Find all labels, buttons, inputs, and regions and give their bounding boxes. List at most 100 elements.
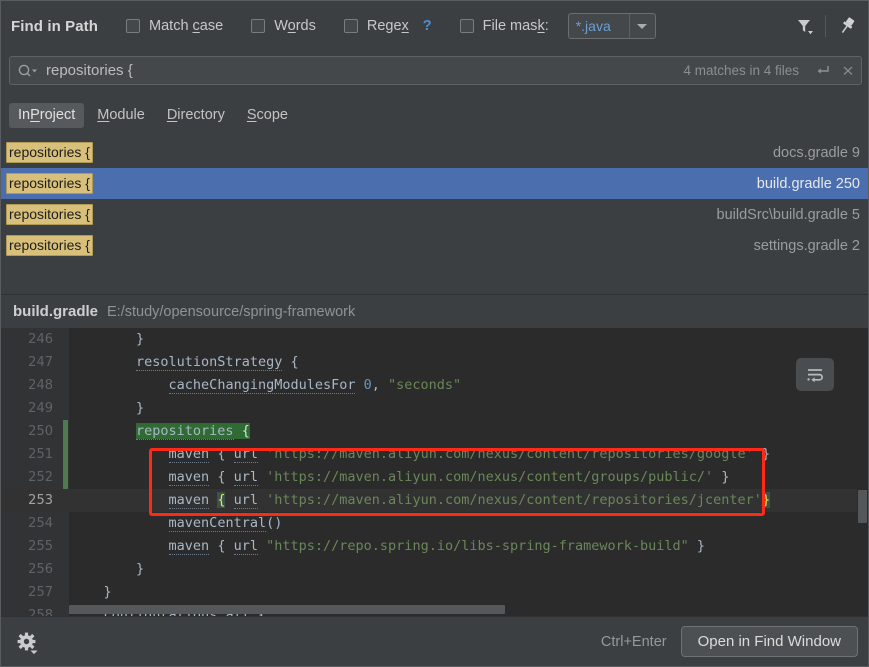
vertical-scrollbar[interactable] xyxy=(857,328,868,603)
code-line: 256 } xyxy=(1,558,868,581)
line-number: 253 xyxy=(28,493,53,508)
scope-tabs: In Project Module Directory Scope xyxy=(9,101,301,129)
result-file-label: docs.gradle 9 xyxy=(772,144,860,161)
line-text: maven { url 'https://maven.aliyun.com/ne… xyxy=(168,492,771,509)
soft-wrap-button[interactable] xyxy=(796,358,834,391)
line-number: 257 xyxy=(28,585,53,600)
result-match-text: repositories { xyxy=(6,204,93,225)
words-option[interactable]: Words xyxy=(251,18,316,34)
filter-icon xyxy=(798,20,813,35)
dialog-footer: Ctrl+Enter Open in Find Window xyxy=(1,616,868,666)
close-icon xyxy=(843,66,853,76)
search-results-list[interactable]: repositories { docs.gradle 9 repositorie… xyxy=(1,137,868,261)
match-case-label: Match case xyxy=(149,18,224,34)
line-text: maven { url "https://repo.spring.io/libs… xyxy=(168,538,706,555)
regex-help-icon[interactable]: ? xyxy=(423,18,432,34)
code-line: 251 maven { url 'https://maven.aliyun.co… xyxy=(1,443,868,466)
search-icon xyxy=(18,64,37,77)
settings-button[interactable] xyxy=(13,627,43,657)
code-line-current: 253 maven { url 'https://maven.aliyun.co… xyxy=(1,489,868,512)
search-field[interactable]: repositories { 4 matches in 4 files xyxy=(9,56,862,85)
code-line: 252 maven { url 'https://maven.aliyun.co… xyxy=(1,466,868,489)
words-checkbox[interactable] xyxy=(251,19,266,33)
shortcut-hint: Ctrl+Enter xyxy=(600,633,667,650)
line-text: } xyxy=(136,331,145,347)
preview-file-path: E:/study/opensource/spring-framework xyxy=(107,303,356,320)
line-text: mavenCentral() xyxy=(168,515,283,532)
line-number: 250 xyxy=(28,424,53,439)
result-match-text: repositories { xyxy=(6,235,93,256)
file-mask-value[interactable]: *.java xyxy=(569,14,629,38)
result-file-label: settings.gradle 2 xyxy=(753,237,860,254)
line-number: 252 xyxy=(28,470,53,485)
toolbar-actions xyxy=(787,9,864,43)
pin-icon xyxy=(841,17,855,34)
match-case-option[interactable]: Match case xyxy=(126,18,223,34)
code-line: 249 } xyxy=(1,397,868,420)
scope-tab-in-project[interactable]: In Project xyxy=(9,102,85,128)
file-mask-checkbox[interactable] xyxy=(459,19,474,33)
file-mask-dropdown-button[interactable] xyxy=(628,14,655,38)
toolbar-divider xyxy=(825,15,826,37)
vertical-scrollbar-thumb[interactable] xyxy=(858,490,867,523)
line-text: } xyxy=(103,584,112,600)
file-mask-label: File mask: xyxy=(482,18,549,34)
line-number: 251 xyxy=(28,447,53,462)
line-number: 247 xyxy=(28,355,53,370)
soft-wrap-icon xyxy=(807,368,823,382)
code-lines: 246 } 247 resolutionStrategy { 248 cache… xyxy=(1,328,868,618)
line-number: 256 xyxy=(28,562,53,577)
code-line: 255 maven { url "https://repo.spring.io/… xyxy=(1,535,868,558)
result-file-label: buildSrc\build.gradle 5 xyxy=(716,206,860,223)
code-line: 254 mavenCentral() xyxy=(1,512,868,535)
line-number: 254 xyxy=(28,516,53,531)
line-text: maven { url 'https://maven.aliyun.com/ne… xyxy=(168,446,771,463)
table-row[interactable]: repositories { docs.gradle 9 xyxy=(1,137,868,168)
line-number: 255 xyxy=(28,539,53,554)
options-toolbar: Find in Path Match case Words Regex ? Fi… xyxy=(1,1,868,51)
code-line: 257 } xyxy=(1,581,868,604)
line-number: 249 xyxy=(28,401,53,416)
scope-tab-scope[interactable]: Scope xyxy=(238,103,297,128)
horizontal-scrollbar-thumb[interactable] xyxy=(69,605,505,614)
code-line: 248 cacheChangingModulesFor 0, "seconds" xyxy=(1,374,868,397)
line-text: } xyxy=(136,561,145,577)
code-preview[interactable]: 246 } 247 resolutionStrategy { 248 cache… xyxy=(1,328,868,618)
line-text: maven { url 'https://maven.aliyun.com/ne… xyxy=(168,469,730,486)
table-row[interactable]: repositories { settings.gradle 2 xyxy=(1,230,868,261)
filter-button[interactable] xyxy=(787,10,821,42)
pin-button[interactable] xyxy=(830,10,864,42)
line-number: 246 xyxy=(28,332,53,347)
match-case-checkbox[interactable] xyxy=(126,19,141,33)
new-line-button[interactable] xyxy=(809,63,835,78)
line-text: repositories { xyxy=(136,423,250,440)
line-text: } xyxy=(136,400,145,416)
words-label: Words xyxy=(274,18,316,34)
file-mask-combobox[interactable]: *.java xyxy=(567,13,656,39)
preview-file-name: build.gradle xyxy=(13,303,99,320)
scope-tab-module[interactable]: Module xyxy=(88,103,154,128)
result-file-label: build.gradle 250 xyxy=(756,175,860,192)
gear-icon xyxy=(17,632,38,654)
code-line: 250 repositories { xyxy=(1,420,868,443)
line-text: resolutionStrategy { xyxy=(136,354,299,371)
clear-search-button[interactable] xyxy=(835,63,861,78)
new-line-icon xyxy=(817,66,829,74)
open-in-find-window-button[interactable]: Open in Find Window xyxy=(680,626,858,657)
scope-tab-directory[interactable]: Directory xyxy=(158,103,234,128)
dialog-title: Find in Path xyxy=(11,17,99,35)
search-input[interactable]: repositories { xyxy=(46,62,683,79)
line-text: cacheChangingModulesFor 0, "seconds" xyxy=(168,377,462,394)
table-row[interactable]: repositories { buildSrc\build.gradle 5 xyxy=(1,199,868,230)
regex-checkbox[interactable] xyxy=(343,19,358,33)
line-number: 248 xyxy=(28,378,53,393)
file-mask-option[interactable]: File mask: *.java xyxy=(459,13,656,39)
table-row[interactable]: repositories { build.gradle 250 xyxy=(1,168,868,199)
preview-header: build.gradle E:/study/opensource/spring-… xyxy=(1,295,868,328)
regex-option[interactable]: Regex ? xyxy=(343,18,432,34)
chevron-down-icon xyxy=(637,23,648,29)
code-line: 247 resolutionStrategy { xyxy=(1,351,868,374)
code-line: 246 } xyxy=(1,328,868,351)
find-in-path-dialog: Find in Path Match case Words Regex ? Fi… xyxy=(0,0,869,667)
regex-label: Regex xyxy=(366,18,409,34)
